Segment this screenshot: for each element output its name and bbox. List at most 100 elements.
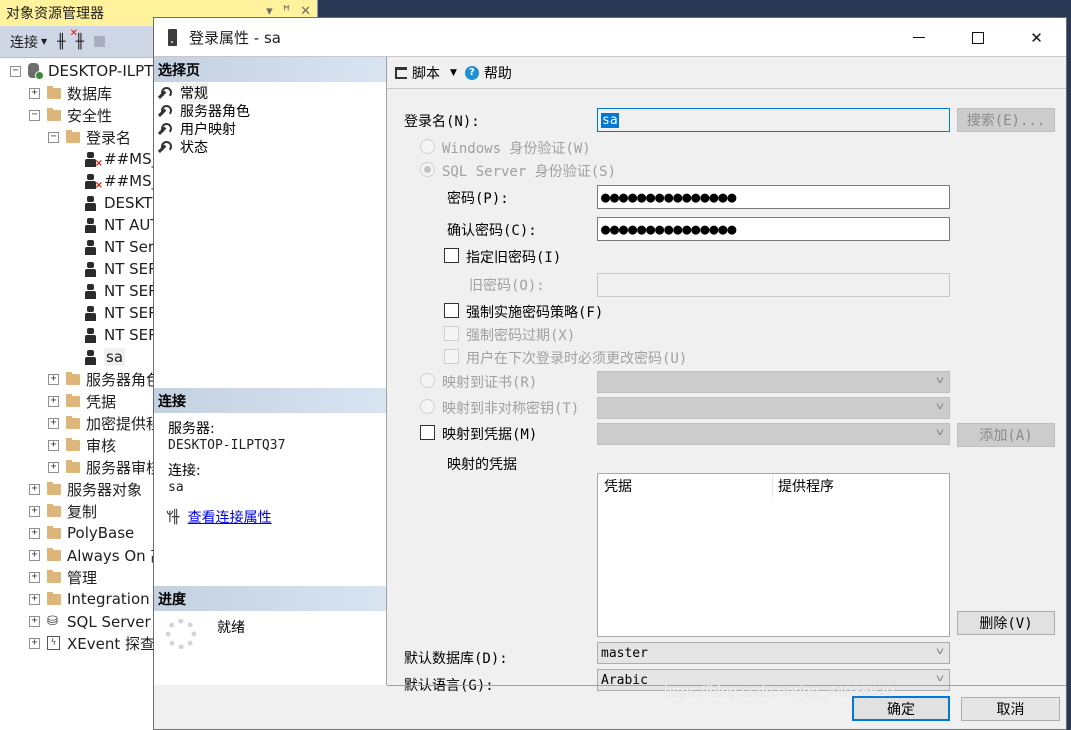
help-icon[interactable]: ? [464,65,479,80]
confirm-password-input[interactable]: ●●●●●●●●●●●●●●● [597,217,950,241]
map-credential-label: 映射到凭据(M) [442,427,538,443]
user-icon [84,217,98,233]
default-language-combo[interactable]: Arabic v [597,669,950,691]
expand-icon[interactable]: + [48,395,59,407]
dialog-right-pane: 脚本 ▼ ? 帮助 登录名(N): sa 搜索(E)... Windows 身份… [387,57,1066,694]
connect-label: 连接 [10,34,38,51]
map-credential-checkbox[interactable] [420,425,435,440]
chevron-down-icon: v [935,673,945,684]
asym-key-combo[interactable]: v [597,397,950,419]
page-item[interactable]: 常规 [154,83,386,103]
disabled-user-icon: × [84,151,103,169]
map-certificate-radio[interactable] [420,373,435,388]
folder-icon [66,371,80,385]
search-button[interactable]: 搜索(E)... [957,108,1055,132]
agent-icon: ⛁ [47,613,58,629]
expand-icon[interactable]: + [29,505,40,517]
connection-label: 连接: [168,463,201,479]
remove-credential-button[interactable]: 删除(V) [957,611,1055,635]
progress-header: 进度 [154,586,386,611]
expand-icon[interactable]: + [29,571,40,583]
expand-icon[interactable]: + [48,461,59,473]
expand-icon[interactable]: + [29,87,40,99]
credentials-list-header: 凭据 提供程序 [598,474,949,498]
connect-plug-icon[interactable]: ╫ [57,34,65,50]
password-input[interactable]: ●●●●●●●●●●●●●●● [597,185,950,209]
default-database-combo[interactable]: master v [597,642,950,664]
expand-icon[interactable]: + [29,593,40,605]
tree-node-label: 登录名 [86,128,132,147]
server-icon [28,63,44,80]
specify-old-password-label: 指定旧密码(I) [466,250,562,266]
tree-node-label: PolyBase [67,524,135,542]
page-item[interactable]: 服务器角色 [154,102,386,120]
user-icon [84,349,98,365]
expand-icon[interactable]: + [29,527,40,539]
map-certificate-label: 映射到证书(R) [442,375,538,391]
expand-icon[interactable]: + [29,615,40,627]
help-button[interactable]: 帮助 [484,63,512,83]
login-name-input[interactable]: sa [597,108,950,132]
login-properties-dialog: 登录属性 - sa ✕ 选择页 常规 服务器角色 用户映射 状态 连接 服务器: DE… [153,17,1067,730]
mapped-credentials-label: 映射的凭据 [447,457,517,473]
folder-icon [47,107,61,121]
column-header-provider[interactable]: 提供程序 [773,476,834,496]
disconnect-plug-icon[interactable]: ✕ ╫ [70,28,84,50]
select-page-header: 选择页 [154,57,386,82]
collapse-icon[interactable]: − [29,109,40,121]
enforce-policy-checkbox[interactable] [444,303,459,318]
page-item[interactable]: 用户映射 [154,120,386,138]
connection-header: 连接 [154,388,386,413]
progress-spinner-icon [166,619,196,649]
expand-icon[interactable]: + [48,373,59,385]
expand-icon[interactable]: + [48,439,59,451]
enforce-expiration-checkbox[interactable] [444,326,459,341]
mapped-credentials-list[interactable]: 凭据 提供程序 [597,473,950,637]
credential-combo[interactable]: v [597,423,950,445]
add-credential-button[interactable]: 添加(A) [957,423,1055,447]
map-asym-key-radio[interactable] [420,399,435,414]
maximize-button[interactable] [948,18,1007,57]
sql-auth-radio[interactable] [420,162,435,177]
server-label: 服务器: [168,421,215,437]
user-icon [84,239,98,255]
tree-node-label: 管理 [67,568,98,587]
must-change-checkbox[interactable] [444,349,459,364]
password-label: 密码(P): [447,191,509,207]
specify-old-password-checkbox[interactable] [444,248,459,263]
page-item-label: 服务器角色 [180,104,250,120]
login-name-label: 登录名(N): [404,114,480,130]
stop-icon[interactable] [94,36,106,47]
page-item-label: 常规 [180,83,208,103]
connection-value: sa [168,480,184,495]
expand-icon[interactable]: + [48,417,59,429]
disabled-user-icon: × [84,173,103,191]
close-button[interactable]: ✕ [1007,18,1066,57]
expand-icon[interactable]: + [29,637,40,649]
script-icon[interactable] [395,66,407,79]
old-password-input[interactable] [597,273,950,297]
script-dropdown-icon[interactable]: ▼ [450,68,457,78]
minimize-button[interactable] [889,18,948,57]
tree-node-label: 凭据 [86,392,117,411]
script-button[interactable]: 脚本 [412,63,440,83]
folder-icon [66,129,80,143]
password-value: ●●●●●●●●●●●●●●● [601,188,737,206]
expand-icon[interactable]: + [29,483,40,495]
page-item[interactable]: 状态 [154,138,386,156]
folder-icon [66,415,80,429]
expand-icon[interactable]: + [29,549,40,561]
default-database-label: 默认数据库(D): [404,651,508,667]
windows-auth-radio[interactable] [420,139,435,154]
user-icon [84,327,98,343]
page-item-label: 用户映射 [180,122,236,138]
collapse-icon[interactable]: − [10,65,21,77]
cancel-button[interactable]: 取消 [961,697,1060,721]
ok-button[interactable]: 确定 [852,696,950,721]
server-value: DESKTOP-ILPTQ37 [168,438,286,453]
connect-button[interactable]: 连接 ▼ [10,32,47,52]
column-header-credential[interactable]: 凭据 [598,475,773,497]
collapse-icon[interactable]: − [48,131,59,143]
certificate-combo[interactable]: v [597,371,950,393]
view-connection-properties-link[interactable]: 查看连接属性 [188,507,272,527]
